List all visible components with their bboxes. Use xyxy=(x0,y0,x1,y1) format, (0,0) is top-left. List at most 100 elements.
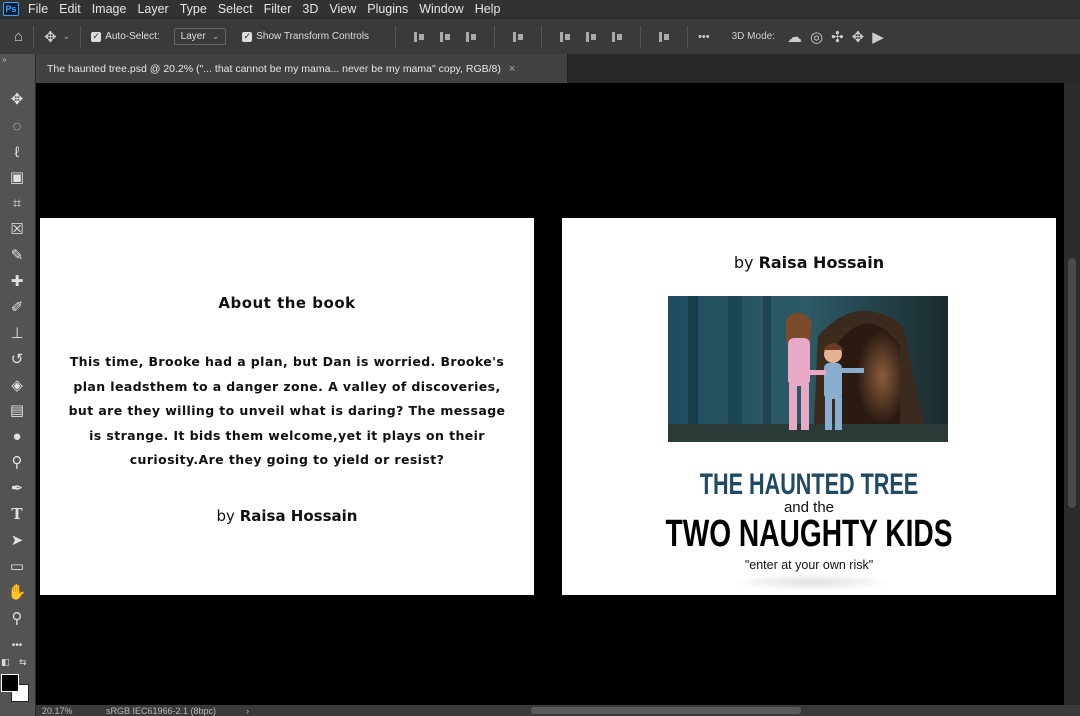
clone-stamp-tool-icon[interactable]: ⊥ xyxy=(6,322,28,344)
book-title-line-1: THE HAUNTED TREE xyxy=(699,468,919,501)
decorative-shadow xyxy=(732,573,892,591)
pen-tool-icon[interactable]: ✒ xyxy=(6,477,28,499)
history-brush-tool-icon[interactable]: ↺ xyxy=(6,348,28,370)
divider xyxy=(687,25,689,48)
align-top-icon[interactable] xyxy=(558,30,572,44)
about-description: This time, Brooke had a plan, but Dan is… xyxy=(68,354,506,467)
menu-bar: Ps File Edit Image Layer Type Select Fil… xyxy=(0,0,1080,18)
document-canvas[interactable]: About the book This time, Brooke had a p… xyxy=(37,83,1064,705)
menu-file[interactable]: File xyxy=(28,0,48,18)
front-cover-author: by Raisa Hossain xyxy=(562,253,1056,272)
foreground-color-swatch[interactable] xyxy=(1,674,19,692)
menu-layer[interactable]: Layer xyxy=(137,0,168,18)
move-tool-icon[interactable]: ✥ xyxy=(6,88,28,110)
menu-type[interactable]: Type xyxy=(180,0,207,18)
menu-image[interactable]: Image xyxy=(92,0,127,18)
marquee-tool-icon[interactable]: ◌ xyxy=(6,115,28,137)
divider xyxy=(80,25,82,48)
gradient-tool-icon[interactable]: ▤ xyxy=(6,399,28,421)
options-bar: ⌂ ✥ ⌄ ✓ Auto-Select: Layer ⌄ ✓ Show Tran… xyxy=(0,18,1080,54)
book-title-line-3: TWO NAUGHTY KIDS xyxy=(665,513,953,555)
chevron-right-icon[interactable]: › xyxy=(246,706,249,716)
divider xyxy=(640,25,642,48)
cover-illustration xyxy=(668,296,948,442)
auto-select-value: Layer xyxy=(180,31,206,42)
author-name: Raisa Hossain xyxy=(239,507,358,525)
3d-orbit-icon[interactable]: ☁ xyxy=(787,28,802,46)
blur-tool-icon[interactable]: ● xyxy=(6,425,28,447)
menu-window[interactable]: Window xyxy=(419,0,463,18)
chevron-down-icon[interactable]: ⌄ xyxy=(63,31,71,42)
document-tab[interactable]: The haunted tree.psd @ 20.2% ("... that … xyxy=(36,54,568,83)
author-prefix: by xyxy=(216,507,240,525)
auto-select-label: Auto-Select: xyxy=(105,31,160,42)
healing-brush-tool-icon[interactable]: ✚ xyxy=(6,270,28,292)
menu-edit[interactable]: Edit xyxy=(59,0,81,18)
more-tools-icon[interactable]: ••• xyxy=(6,634,28,656)
frame-tool-icon[interactable]: ☒ xyxy=(6,218,28,240)
3d-pan-icon[interactable]: ✣ xyxy=(831,28,844,46)
menu-select[interactable]: Select xyxy=(218,0,253,18)
haunted-tree-illustration xyxy=(668,296,948,442)
horizontal-scroll-thumb[interactable] xyxy=(531,707,801,714)
show-transform-label: Show Transform Controls xyxy=(256,31,370,42)
divider xyxy=(33,25,35,48)
back-cover-author: by Raisa Hossain xyxy=(40,507,534,525)
3d-slide-icon[interactable]: ✥ xyxy=(852,28,865,46)
lasso-tool-icon[interactable]: ℓ xyxy=(6,141,28,163)
3d-camera-icon[interactable]: ▶ xyxy=(872,28,884,46)
vertical-scroll-thumb[interactable] xyxy=(1068,258,1076,508)
dodge-tool-icon[interactable]: ⚲ xyxy=(6,451,28,473)
align-right-icon[interactable] xyxy=(464,30,478,44)
brush-tool-icon[interactable]: ✐ xyxy=(6,296,28,318)
align-bottom-icon[interactable] xyxy=(610,30,624,44)
status-bar: 20.17% sRGB IEC61966-2.1 (8bpc) › xyxy=(36,705,1080,716)
object-select-tool-icon[interactable]: ▣ xyxy=(6,166,28,188)
back-cover-page: About the book This time, Brooke had a p… xyxy=(40,218,534,595)
photoshop-logo-icon[interactable]: Ps xyxy=(3,2,19,16)
eraser-tool-icon[interactable]: ◈ xyxy=(6,374,28,396)
about-title: About the book xyxy=(218,294,356,312)
3d-roll-icon[interactable]: ◎ xyxy=(810,28,823,46)
menu-3d[interactable]: 3D xyxy=(302,0,318,18)
menu-filter[interactable]: Filter xyxy=(264,0,292,18)
author-prefix: by xyxy=(733,253,759,272)
collapse-panel-icon[interactable]: » xyxy=(2,55,6,64)
zoom-tool-icon[interactable]: ⚲ xyxy=(6,607,28,629)
distribute-vertical-icon[interactable] xyxy=(511,30,525,44)
default-colors-icon[interactable]: ◧ xyxy=(1,657,10,668)
align-left-icon[interactable] xyxy=(412,30,426,44)
document-tab-title: The haunted tree.psd @ 20.2% ("... that … xyxy=(47,62,501,75)
front-cover-page: by Raisa Hossain THE HAUNTED TREE and th… xyxy=(562,218,1056,595)
swap-colors-icon[interactable]: ⇆ xyxy=(19,657,27,668)
menu-plugins[interactable]: Plugins xyxy=(367,0,408,18)
book-tagline: "enter at your own risk" xyxy=(744,558,874,572)
distribute-horizontal-icon[interactable] xyxy=(657,30,671,44)
show-transform-checkbox[interactable]: ✓ xyxy=(242,31,253,42)
path-select-tool-icon[interactable]: ➤ xyxy=(6,529,28,551)
move-tool-icon[interactable]: ✥ xyxy=(44,28,57,46)
auto-select-checkbox[interactable]: ✓ xyxy=(91,31,102,42)
zoom-level[interactable]: 20.17% xyxy=(36,706,76,716)
divider xyxy=(395,25,397,48)
crop-tool-icon[interactable]: ⌗ xyxy=(6,192,28,214)
color-profile: sRGB IEC61966-2.1 (8bpc) xyxy=(106,705,217,716)
menu-view[interactable]: View xyxy=(329,0,356,18)
home-icon[interactable]: ⌂ xyxy=(14,28,23,45)
3d-mode-label: 3D Mode: xyxy=(731,31,775,42)
eyedropper-tool-icon[interactable]: ✎ xyxy=(6,244,28,266)
more-options-icon[interactable]: ••• xyxy=(698,31,710,43)
rectangle-tool-icon[interactable]: ▭ xyxy=(6,555,28,577)
menu-help[interactable]: Help xyxy=(475,0,501,18)
align-center-icon[interactable] xyxy=(438,30,452,44)
divider xyxy=(541,25,543,48)
close-icon[interactable]: × xyxy=(509,63,515,75)
align-middle-icon[interactable] xyxy=(584,30,598,44)
vertical-scrollbar[interactable] xyxy=(1064,83,1080,705)
hand-tool-icon[interactable]: ✋ xyxy=(6,581,28,603)
auto-select-dropdown[interactable]: Layer ⌄ xyxy=(173,28,227,45)
type-tool-icon[interactable]: T xyxy=(6,503,28,525)
tools-panel: » ✥ ◌ ℓ ▣ ⌗ ☒ ✎ ✚ ✐ ⊥ ↺ ◈ ▤ ● ⚲ ✒ T ➤ ▭ ✋ ⚲ ••• ◧ ⇆ xyxy=(0,54,36,716)
document-tab-bar: The haunted tree.psd @ 20.2% ("... that … xyxy=(36,54,1080,83)
chevron-down-icon: ⌄ xyxy=(211,31,220,41)
